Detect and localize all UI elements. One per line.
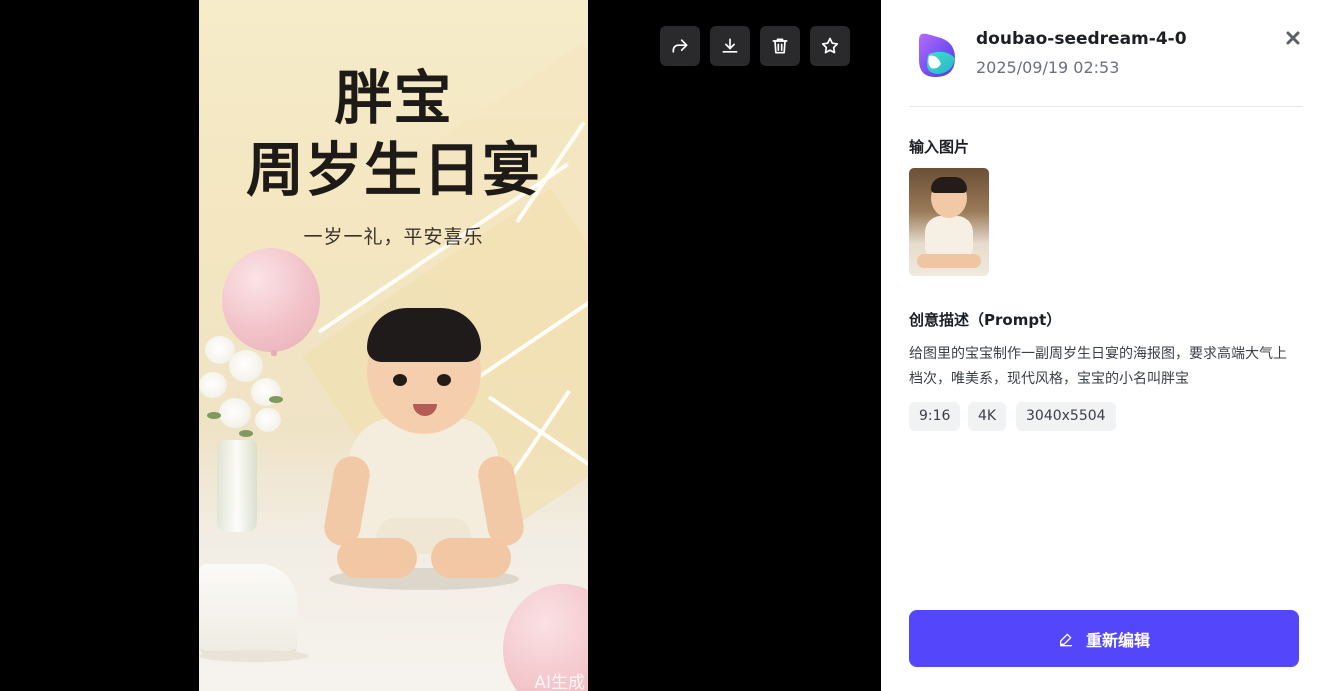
close-button[interactable] [1281,26,1305,50]
flower-leaf [239,430,253,437]
model-name: doubao-seedream-4-0 [976,29,1187,49]
poster-title-line-1: 胖宝 [334,64,453,132]
poster-title-line-2: 周岁生日宴 [245,136,541,204]
resolution-chip: 4K [968,402,1007,431]
flower-leaf [269,396,283,403]
white-flower [219,398,251,428]
star-icon [821,37,839,54]
re-edit-label: 重新编辑 [1085,630,1150,650]
re-edit-button[interactable]: 重新编辑 [909,610,1299,667]
download-icon [722,38,738,53]
flower-leaf [207,412,221,419]
prompt-label: 创意描述（Prompt） [909,311,1062,329]
image-viewer: 胖宝 周岁生日宴 一岁一礼，平安喜乐 AI生成 [0,0,881,691]
dimensions-chip: 3040x5504 [1016,402,1116,431]
share-button[interactable] [660,26,700,66]
glass-vase [217,440,257,532]
pink-balloon [222,248,320,352]
cake-plate [199,650,309,662]
white-flower [199,372,227,398]
favorite-button[interactable] [810,26,850,66]
download-button[interactable] [710,26,750,66]
baby-illustration [319,306,529,596]
trash-icon [772,38,788,54]
ai-generated-watermark: AI生成 [534,673,585,691]
close-icon [1286,31,1300,45]
input-image-thumbnail[interactable] [909,168,989,276]
share-icon [672,39,688,53]
created-timestamp: 2025/09/19 02:53 [976,58,1120,77]
white-flower [255,408,281,432]
details-panel: doubao-seedream-4-0 2025/09/19 02:53 输入图… [881,0,1320,691]
header-divider [909,106,1303,107]
birthday-cake [199,564,297,656]
poster-subtitle: 一岁一礼，平安喜乐 [303,226,484,248]
prompt-text: 给图里的宝宝制作一副周岁生日宴的海报图，要求高端大气上档次，唯美系，现代风格，宝… [909,346,1287,387]
delete-button[interactable] [760,26,800,66]
pencil-icon [1059,633,1072,646]
aspect-ratio-chip: 9:16 [909,402,961,431]
input-images-label: 输入图片 [909,138,970,156]
balloon-knot [271,350,277,356]
white-flower [229,350,263,382]
poster-title: 胖宝 周岁生日宴 [199,62,588,206]
model-logo-icon [919,33,955,78]
generated-poster-image[interactable]: 胖宝 周岁生日宴 一岁一礼，平安喜乐 AI生成 [199,0,588,691]
